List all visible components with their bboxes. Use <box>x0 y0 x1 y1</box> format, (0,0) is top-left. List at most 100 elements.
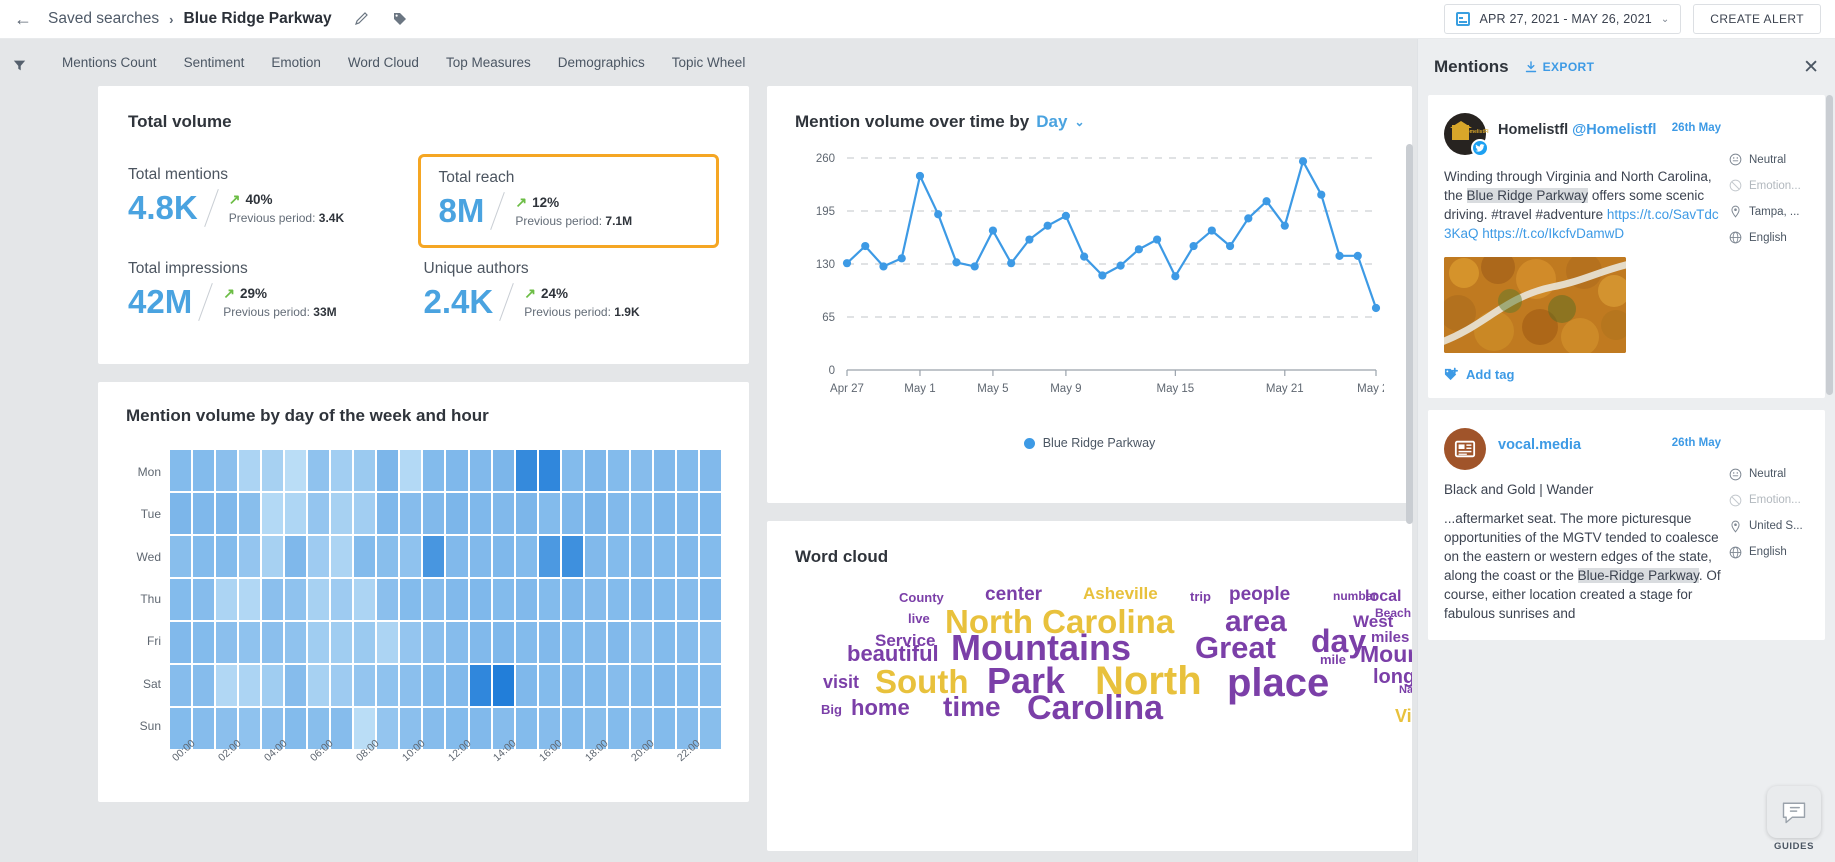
heatmap-cell[interactable] <box>285 450 307 491</box>
metric-unique-authors[interactable]: Unique authors 2.4K ↗ 24% Previous perio… <box>424 248 720 334</box>
meta-emotion[interactable]: Emotion... <box>1729 494 1809 507</box>
heatmap-cell[interactable] <box>262 536 284 577</box>
heatmap-cell[interactable] <box>699 579 721 620</box>
heatmap-cell[interactable] <box>446 622 468 663</box>
heatmap-cell[interactable] <box>561 579 583 620</box>
word-cloud-word[interactable]: home <box>851 697 910 719</box>
heatmap-cell[interactable] <box>170 622 192 663</box>
mention-author[interactable]: Homelistfl @Homelistfl <box>1498 113 1656 138</box>
meta-location[interactable]: Tampa, ... <box>1729 205 1809 218</box>
heatmap-cell[interactable] <box>538 665 560 706</box>
heatmap-cell[interactable] <box>515 536 537 577</box>
heatmap-cell[interactable] <box>492 579 514 620</box>
heatmap-cell[interactable] <box>538 450 560 491</box>
heatmap-cell[interactable] <box>193 450 215 491</box>
meta-sentiment[interactable]: Neutral <box>1729 153 1809 166</box>
heatmap-cell[interactable] <box>515 665 537 706</box>
heatmap-cell[interactable] <box>354 536 376 577</box>
mention-author[interactable]: vocal.media <box>1498 428 1581 453</box>
word-cloud-word[interactable]: center <box>985 585 1042 604</box>
heatmap-cell[interactable] <box>193 493 215 534</box>
heatmap-cell[interactable] <box>331 579 353 620</box>
avatar[interactable] <box>1444 427 1486 470</box>
heatmap-cell[interactable] <box>423 536 445 577</box>
heatmap-cell[interactable] <box>492 665 514 706</box>
data-point[interactable] <box>1335 251 1344 260</box>
heatmap-cell[interactable] <box>193 622 215 663</box>
heatmap-cell[interactable] <box>630 493 652 534</box>
data-point[interactable] <box>1353 251 1362 260</box>
mention-image[interactable] <box>1444 256 1626 353</box>
heatmap-cell[interactable] <box>262 579 284 620</box>
heatmap-cell[interactable] <box>239 579 261 620</box>
heatmap-cell[interactable] <box>193 665 215 706</box>
data-point[interactable] <box>1207 226 1216 235</box>
tab-demographics[interactable]: Demographics <box>558 55 645 70</box>
heatmap-cell[interactable] <box>676 622 698 663</box>
word-cloud-area[interactable]: County center Asheville trip people number liv… <box>795 585 1412 835</box>
mentions-scrollbar[interactable] <box>1826 95 1833 395</box>
heatmap-cell[interactable] <box>239 536 261 577</box>
heatmap-cell[interactable] <box>216 450 238 491</box>
heatmap-cell[interactable] <box>285 536 307 577</box>
data-point[interactable] <box>952 258 961 267</box>
heatmap-cell[interactable] <box>239 622 261 663</box>
word-cloud-word[interactable]: local <box>1365 589 1401 605</box>
heatmap-cell[interactable] <box>400 579 422 620</box>
heatmap-cell[interactable] <box>170 493 192 534</box>
heatmap-cell[interactable] <box>377 536 399 577</box>
word-cloud-word[interactable]: Beach <box>1375 607 1411 619</box>
word-cloud-word[interactable]: Mountain <box>1360 643 1412 666</box>
meta-language[interactable]: English <box>1729 231 1809 244</box>
close-icon[interactable]: ✕ <box>1803 58 1819 77</box>
heatmap-cell[interactable] <box>193 536 215 577</box>
guides-widget[interactable]: GUIDES <box>1767 786 1821 852</box>
data-point[interactable] <box>879 262 888 271</box>
tab-sentiment[interactable]: Sentiment <box>184 55 245 70</box>
heatmap-cell[interactable] <box>262 493 284 534</box>
heatmap-cell[interactable] <box>400 450 422 491</box>
heatmap-cell[interactable] <box>446 536 468 577</box>
heatmap-cell[interactable] <box>561 450 583 491</box>
heatmap-cell[interactable] <box>584 622 606 663</box>
heatmap-cell[interactable] <box>630 536 652 577</box>
heatmap-cell[interactable] <box>561 665 583 706</box>
heatmap-cell[interactable] <box>377 665 399 706</box>
heatmap-cell[interactable] <box>538 493 560 534</box>
heatmap-cell[interactable] <box>607 665 629 706</box>
word-cloud-word[interactable]: Asheville <box>1083 585 1158 602</box>
heatmap-cell[interactable] <box>676 493 698 534</box>
heatmap-cell[interactable] <box>216 536 238 577</box>
heatmap-cell[interactable] <box>400 536 422 577</box>
data-point[interactable] <box>1171 272 1180 281</box>
heatmap-cell[interactable] <box>653 493 675 534</box>
heatmap-cell[interactable] <box>630 579 652 620</box>
meta-sentiment[interactable]: Neutral <box>1729 468 1809 481</box>
data-point[interactable] <box>1225 241 1235 251</box>
heatmap-cell[interactable] <box>377 579 399 620</box>
heatmap-cell[interactable] <box>216 493 238 534</box>
heatmap-cell[interactable] <box>423 579 445 620</box>
data-point[interactable] <box>1098 271 1107 280</box>
word-cloud-word[interactable]: Great <box>1195 632 1276 663</box>
heatmap-cell[interactable] <box>630 450 652 491</box>
word-cloud-word[interactable]: live <box>908 612 930 625</box>
heatmap-cell[interactable] <box>354 493 376 534</box>
heatmap-cell[interactable] <box>538 622 560 663</box>
heatmap-cell[interactable] <box>308 450 330 491</box>
heatmap-cell[interactable] <box>400 665 422 706</box>
heatmap-cell[interactable] <box>561 536 583 577</box>
heatmap-cell[interactable] <box>653 450 675 491</box>
heatmap-cell[interactable] <box>538 579 560 620</box>
heatmap-cell[interactable] <box>584 536 606 577</box>
heatmap-cell[interactable] <box>446 493 468 534</box>
data-point[interactable] <box>1116 261 1125 270</box>
heatmap-cell[interactable] <box>653 622 675 663</box>
heatmap-cell[interactable] <box>469 665 491 706</box>
heatmap-cell[interactable] <box>308 622 330 663</box>
tab-topic-wheel[interactable]: Topic Wheel <box>672 55 746 70</box>
data-point[interactable] <box>1371 303 1381 313</box>
heatmap-cell[interactable] <box>515 493 537 534</box>
heatmap-cell[interactable] <box>308 536 330 577</box>
data-point[interactable] <box>1189 241 1198 251</box>
